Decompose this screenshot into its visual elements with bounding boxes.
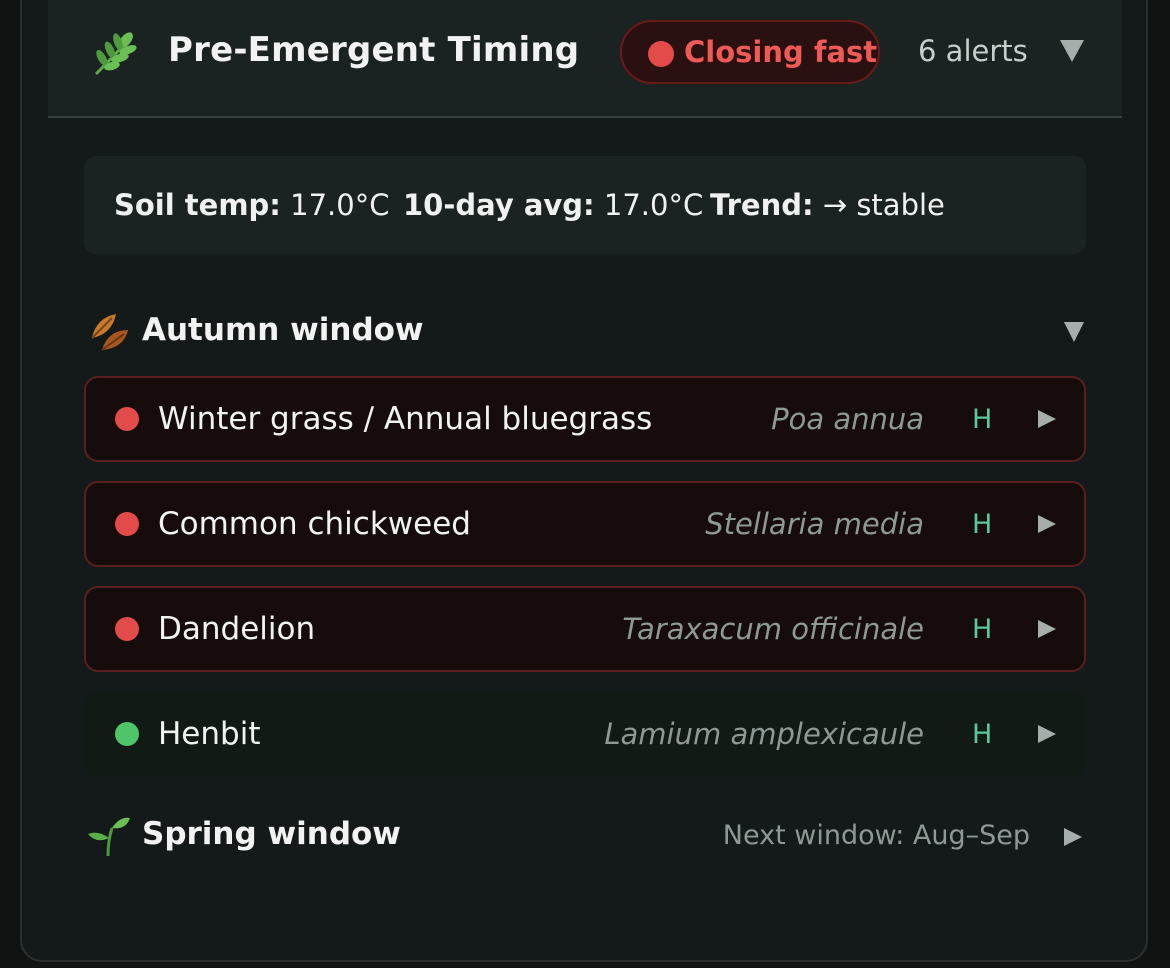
status-label: Closing fast: [684, 35, 878, 69]
weed-scientific-name: Lamium amplexicaule: [604, 717, 924, 751]
weed-row[interactable]: Winter grass / Annual bluegrass Poa annu…: [84, 376, 1086, 462]
status-dot-icon: [115, 512, 139, 536]
soil-temp-stat: Soil temp: 17.0°C: [114, 188, 389, 222]
trend-stat: Trend: → stable: [710, 188, 945, 222]
herb-leaf-icon: [94, 32, 137, 76]
chevron-right-icon[interactable]: [1038, 410, 1056, 428]
soil-stats-panel: Soil temp: 17.0°C 10-day avg: 17.0°C Tre…: [84, 156, 1086, 254]
chevron-down-icon[interactable]: [1064, 322, 1084, 342]
status-dot-icon: [115, 617, 139, 641]
spring-window-title: Spring window: [142, 816, 401, 852]
weed-name: Dandelion: [158, 611, 316, 647]
chevron-right-icon[interactable]: [1038, 725, 1056, 743]
autumn-window-title: Autumn window: [142, 312, 424, 348]
weed-scientific-name: Stellaria media: [705, 507, 924, 541]
herbicide-tag: H: [972, 509, 993, 540]
soil-temp-value: 17.0°C: [290, 188, 390, 222]
trend-label: Trend:: [710, 188, 814, 222]
fallen-leaves-icon: [91, 314, 128, 351]
weed-scientific-name: Taraxacum officinale: [622, 612, 924, 646]
weed-row[interactable]: Henbit Lamium amplexicaule H: [84, 691, 1086, 777]
weed-row[interactable]: Common chickweed Stellaria media H: [84, 481, 1086, 567]
weed-scientific-name: Poa annua: [771, 402, 924, 436]
chevron-right-icon[interactable]: [1038, 515, 1056, 533]
chevron-right-icon[interactable]: [1064, 828, 1082, 846]
weed-name: Common chickweed: [158, 506, 471, 542]
soil-temp-label: Soil temp:: [114, 188, 281, 222]
herbicide-tag: H: [972, 719, 993, 750]
spring-window-header[interactable]: Spring window Next window: Aug–Sep: [86, 810, 1086, 862]
trend-value: → stable: [822, 188, 945, 222]
weed-name: Winter grass / Annual bluegrass: [158, 401, 653, 437]
ten-day-avg-value: 17.0°C: [603, 188, 704, 222]
chevron-right-icon[interactable]: [1038, 620, 1056, 638]
chevron-down-icon[interactable]: [1060, 40, 1084, 62]
card-title: Pre-Emergent Timing: [168, 30, 580, 70]
ten-day-avg-label: 10-day avg:: [403, 188, 595, 222]
status-badge: Closing fast: [620, 20, 880, 84]
seedling-icon: [88, 817, 130, 857]
status-dot-icon: [115, 722, 139, 746]
herbicide-tag: H: [972, 614, 993, 645]
herbicide-tag: H: [972, 404, 993, 435]
weed-name: Henbit: [158, 716, 261, 752]
status-dot-icon: [115, 407, 139, 431]
ten-day-avg-stat: 10-day avg: 17.0°C: [403, 188, 703, 222]
autumn-window-header[interactable]: Autumn window: [86, 306, 1086, 358]
alert-count: 6 alerts: [918, 34, 1028, 68]
next-window-label: Next window: Aug–Sep: [722, 820, 1030, 851]
weed-row[interactable]: Dandelion Taraxacum officinale H: [84, 586, 1086, 672]
status-dot-icon: [648, 41, 674, 67]
